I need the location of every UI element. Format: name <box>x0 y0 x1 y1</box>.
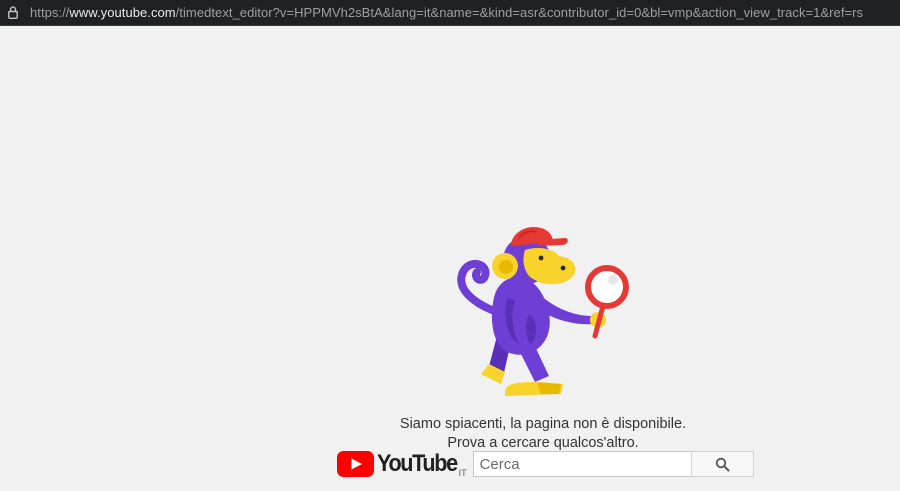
search-row: YouTube IT <box>337 450 754 478</box>
search-input[interactable] <box>472 451 691 477</box>
url-scheme: https:// <box>30 5 70 20</box>
error-line-1: Siamo spiacenti, la pagina non è disponi… <box>399 416 687 432</box>
error-message: Siamo spiacenti, la pagina non è disponi… <box>343 415 743 453</box>
url-host: www.youtube.com <box>69 5 176 20</box>
country-code: IT <box>458 468 467 478</box>
search-button[interactable] <box>690 451 754 477</box>
lock-icon[interactable] <box>6 6 20 20</box>
youtube-logo[interactable]: YouTube IT <box>337 450 467 478</box>
youtube-wordmark: YouTube <box>377 450 458 477</box>
youtube-play-icon <box>337 451 374 477</box>
url-text[interactable]: https://www.youtube.com/timedtext_editor… <box>30 5 863 20</box>
error-page: Siamo spiacenti, la pagina non è disponi… <box>0 26 900 491</box>
url-path: /timedtext_editor?v=HPPMVh2sBtA&lang=it&… <box>175 5 864 20</box>
monkey-illustration <box>457 226 629 396</box>
address-bar[interactable]: https://www.youtube.com/timedtext_editor… <box>0 0 900 26</box>
search-icon <box>715 457 730 471</box>
